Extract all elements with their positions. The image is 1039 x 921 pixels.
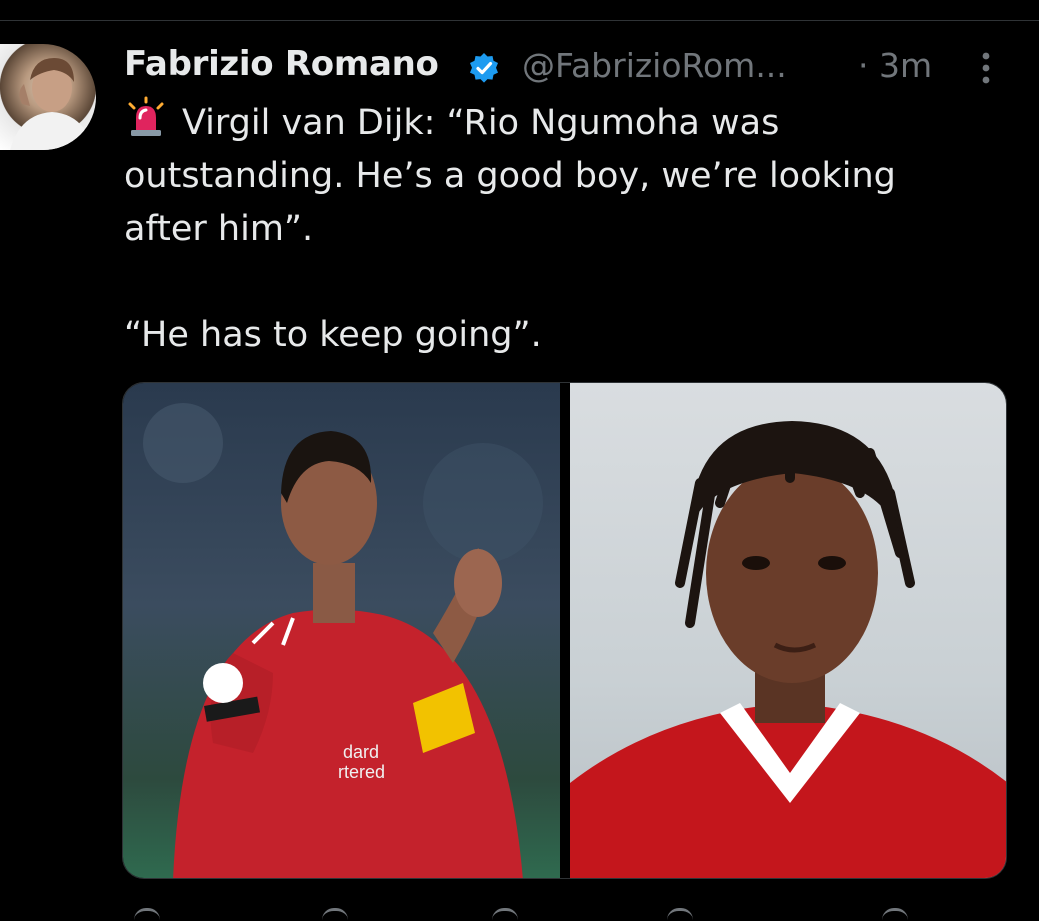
tweet-text-line1: Virgil van Dijk: “Rio Ngumoha was <box>182 103 780 143</box>
author-avatar[interactable] <box>0 44 96 150</box>
more-options-icon[interactable] <box>976 50 996 86</box>
tweet-media[interactable]: dard rtered <box>122 382 1007 879</box>
author-name[interactable]: Fabrizio Romano <box>124 44 439 84</box>
svg-text:rtered: rtered <box>338 762 385 782</box>
top-divider <box>0 20 1039 21</box>
verified-badge-icon <box>470 53 498 83</box>
views-icon[interactable] <box>667 908 693 921</box>
action-bar <box>122 908 1007 918</box>
bookmark-icon[interactable] <box>882 908 908 921</box>
tweet-text: Virgil van Dijk: “Rio Ngumoha was outsta… <box>124 96 1004 362</box>
tweet-timestamp[interactable]: · 3m <box>858 46 932 85</box>
siren-emoji-icon <box>128 96 164 136</box>
author-handle[interactable]: @FabrizioRom... <box>522 46 787 85</box>
svg-text:dard: dard <box>343 742 379 762</box>
tweet-header: Fabrizio Romano @FabrizioRom... · 3m <box>124 40 1004 92</box>
tweet-text-rest: outstanding. He’s a good boy, we’re look… <box>124 156 896 355</box>
reply-icon[interactable] <box>134 908 160 921</box>
retweet-icon[interactable] <box>322 908 348 921</box>
like-icon[interactable] <box>492 908 518 921</box>
photo-rio-ngumoha[interactable] <box>570 383 1006 878</box>
photo-virgil-van-dijk[interactable]: dard rtered <box>123 383 560 878</box>
